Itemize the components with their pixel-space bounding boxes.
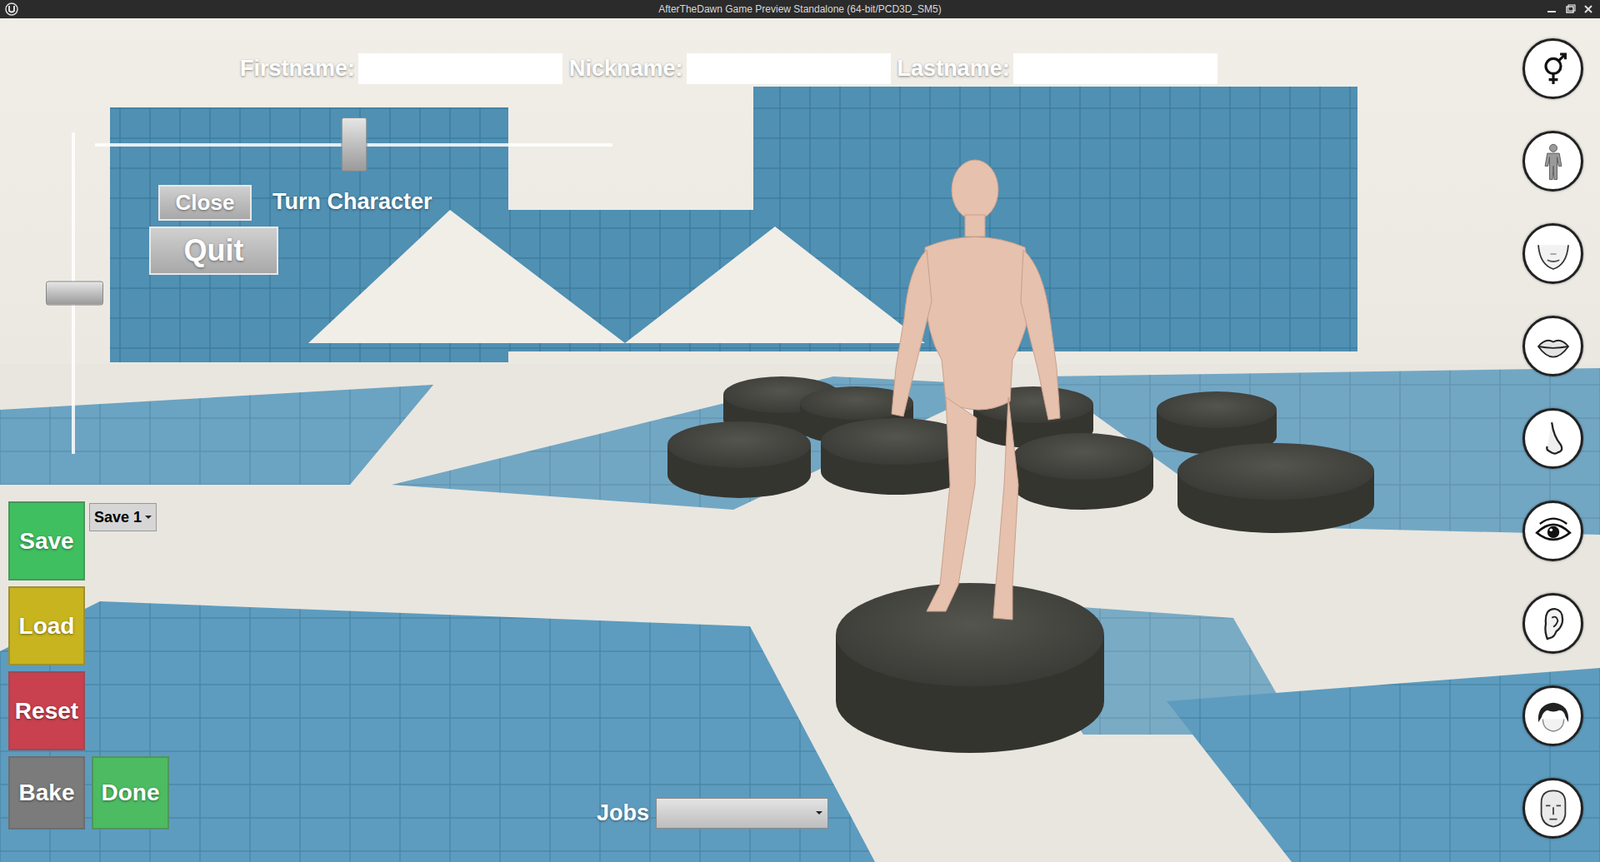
nose-category-button[interactable] bbox=[1522, 408, 1584, 470]
name-fields: Firstname: Nickname: Lastname: bbox=[240, 51, 1221, 86]
save-slot-dropdown[interactable]: Save 1 bbox=[89, 503, 157, 532]
name-input[interactable] bbox=[686, 53, 891, 85]
vertical-slider-thumb[interactable] bbox=[45, 281, 104, 306]
eye-icon bbox=[1530, 509, 1576, 555]
gender-icon bbox=[1530, 46, 1576, 92]
action-buttons: Save Save 1 Load Reset Bake Done bbox=[8, 501, 170, 830]
name-input[interactable] bbox=[358, 53, 563, 85]
head-category-button[interactable] bbox=[1522, 778, 1584, 840]
category-icons bbox=[1522, 38, 1584, 840]
lips-icon bbox=[1530, 324, 1576, 370]
load-button[interactable]: Load bbox=[8, 586, 85, 666]
dropdown-arrow-icon bbox=[815, 810, 823, 816]
window-title: AfterTheDawn Game Preview Standalone (64… bbox=[0, 1, 1600, 17]
minimize-icon bbox=[1545, 3, 1559, 15]
turn-character-label: Turn Character bbox=[272, 185, 433, 220]
button-label: Bake bbox=[19, 775, 75, 811]
save-button[interactable]: Save bbox=[8, 501, 85, 581]
name-input[interactable] bbox=[1013, 53, 1218, 85]
jobs-dropdown[interactable] bbox=[655, 798, 829, 830]
reset-button[interactable]: Reset bbox=[8, 671, 85, 751]
body-icon bbox=[1530, 139, 1576, 185]
title-bar: AfterTheDawn Game Preview Standalone (64… bbox=[0, 0, 1600, 19]
name-label: Lastname: bbox=[897, 51, 1010, 86]
jobs-field: Jobs bbox=[596, 796, 829, 831]
quit-button[interactable]: Quit bbox=[149, 226, 279, 275]
button-label: Save bbox=[19, 524, 74, 560]
turn-slider-thumb[interactable] bbox=[340, 117, 367, 172]
nose-icon bbox=[1530, 416, 1576, 462]
window-controls bbox=[1545, 3, 1595, 15]
restore-icon bbox=[1563, 3, 1577, 15]
head-icon bbox=[1530, 786, 1576, 832]
button-label: Load bbox=[19, 609, 75, 645]
ear-category-button[interactable] bbox=[1522, 593, 1584, 655]
name-label: Nickname: bbox=[569, 51, 684, 86]
bake-done-row: Bake Done bbox=[8, 756, 170, 830]
turn-slider-track[interactable] bbox=[95, 143, 613, 147]
close-window-icon bbox=[1581, 3, 1595, 15]
unreal-logo-icon bbox=[5, 2, 19, 16]
hair-icon bbox=[1530, 694, 1576, 740]
button-label: Done bbox=[101, 775, 160, 811]
save-row: Save Save 1 bbox=[8, 501, 170, 581]
jobs-label: Jobs bbox=[596, 796, 650, 831]
bake-button[interactable]: Bake bbox=[8, 756, 85, 830]
done-button[interactable]: Done bbox=[91, 756, 170, 830]
body-category-button[interactable] bbox=[1522, 130, 1584, 192]
dropdown-arrow-icon bbox=[145, 515, 152, 520]
name-label: Firstname: bbox=[240, 51, 355, 86]
lips-category-button[interactable] bbox=[1522, 315, 1584, 377]
close-button[interactable]: Close bbox=[158, 185, 252, 221]
eye-category-button[interactable] bbox=[1522, 500, 1584, 562]
jaw-icon bbox=[1530, 231, 1576, 277]
gender-category-button[interactable] bbox=[1522, 38, 1584, 100]
ear-icon bbox=[1530, 601, 1576, 647]
hair-category-button[interactable] bbox=[1522, 685, 1584, 747]
jaw-category-button[interactable] bbox=[1522, 223, 1584, 285]
game-viewport: Firstname: Nickname: Lastname: Turn Charact… bbox=[0, 18, 1600, 862]
vertical-slider-track[interactable] bbox=[71, 132, 75, 455]
button-label: Reset bbox=[15, 694, 79, 730]
save-slot-value: Save 1 bbox=[94, 506, 142, 530]
